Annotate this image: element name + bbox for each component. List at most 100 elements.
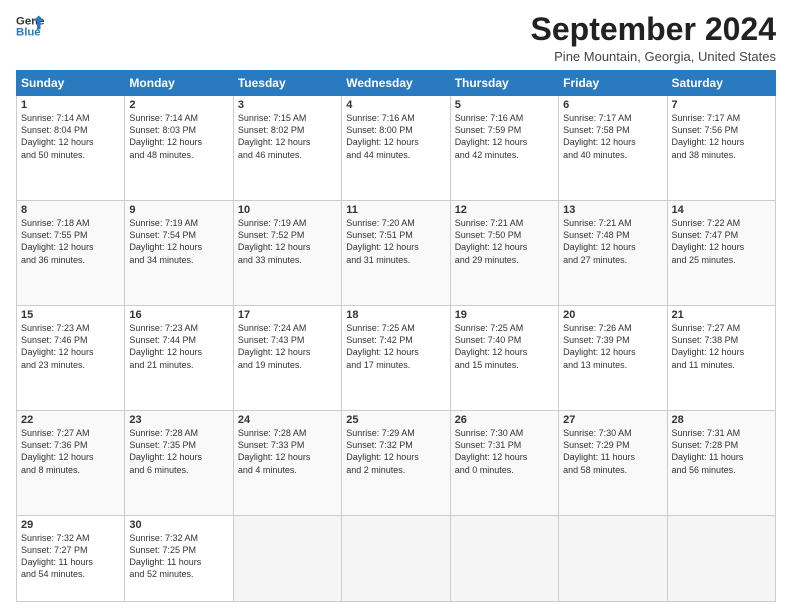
calendar-table: Sunday Monday Tuesday Wednesday Thursday… <box>16 70 776 602</box>
day-info: Sunrise: 7:21 AM Sunset: 7:48 PM Dayligh… <box>563 217 662 266</box>
day-number: 22 <box>21 414 120 426</box>
day-info: Sunrise: 7:25 AM Sunset: 7:40 PM Dayligh… <box>455 322 554 371</box>
day-number: 25 <box>346 414 445 426</box>
table-row <box>667 516 775 602</box>
logo: General Blue General Blue <box>16 12 44 40</box>
col-friday: Friday <box>559 71 667 96</box>
table-row: 9Sunrise: 7:19 AM Sunset: 7:54 PM Daylig… <box>125 201 233 306</box>
col-monday: Monday <box>125 71 233 96</box>
table-row: 17Sunrise: 7:24 AM Sunset: 7:43 PM Dayli… <box>233 306 341 411</box>
day-info: Sunrise: 7:25 AM Sunset: 7:42 PM Dayligh… <box>346 322 445 371</box>
day-info: Sunrise: 7:28 AM Sunset: 7:35 PM Dayligh… <box>129 427 228 476</box>
table-row: 11Sunrise: 7:20 AM Sunset: 7:51 PM Dayli… <box>342 201 450 306</box>
header: General Blue General Blue September 2024… <box>16 12 776 64</box>
table-row <box>450 516 558 602</box>
table-row: 18Sunrise: 7:25 AM Sunset: 7:42 PM Dayli… <box>342 306 450 411</box>
table-row: 4Sunrise: 7:16 AM Sunset: 8:00 PM Daylig… <box>342 96 450 201</box>
day-number: 17 <box>238 309 337 321</box>
svg-text:Blue: Blue <box>16 27 41 39</box>
day-number: 27 <box>563 414 662 426</box>
day-number: 5 <box>455 99 554 111</box>
col-tuesday: Tuesday <box>233 71 341 96</box>
day-info: Sunrise: 7:24 AM Sunset: 7:43 PM Dayligh… <box>238 322 337 371</box>
day-info: Sunrise: 7:32 AM Sunset: 7:27 PM Dayligh… <box>21 532 120 581</box>
day-number: 4 <box>346 99 445 111</box>
day-number: 14 <box>672 204 771 216</box>
day-number: 19 <box>455 309 554 321</box>
day-info: Sunrise: 7:17 AM Sunset: 7:56 PM Dayligh… <box>672 112 771 161</box>
day-info: Sunrise: 7:14 AM Sunset: 8:03 PM Dayligh… <box>129 112 228 161</box>
col-saturday: Saturday <box>667 71 775 96</box>
day-info: Sunrise: 7:21 AM Sunset: 7:50 PM Dayligh… <box>455 217 554 266</box>
table-row: 23Sunrise: 7:28 AM Sunset: 7:35 PM Dayli… <box>125 411 233 516</box>
table-row: 19Sunrise: 7:25 AM Sunset: 7:40 PM Dayli… <box>450 306 558 411</box>
table-row: 25Sunrise: 7:29 AM Sunset: 7:32 PM Dayli… <box>342 411 450 516</box>
day-info: Sunrise: 7:23 AM Sunset: 7:46 PM Dayligh… <box>21 322 120 371</box>
day-number: 26 <box>455 414 554 426</box>
table-row: 30Sunrise: 7:32 AM Sunset: 7:25 PM Dayli… <box>125 516 233 602</box>
col-wednesday: Wednesday <box>342 71 450 96</box>
day-info: Sunrise: 7:30 AM Sunset: 7:29 PM Dayligh… <box>563 427 662 476</box>
location: Pine Mountain, Georgia, United States <box>531 49 776 64</box>
day-number: 20 <box>563 309 662 321</box>
day-info: Sunrise: 7:28 AM Sunset: 7:33 PM Dayligh… <box>238 427 337 476</box>
table-row: 13Sunrise: 7:21 AM Sunset: 7:48 PM Dayli… <box>559 201 667 306</box>
table-row: 24Sunrise: 7:28 AM Sunset: 7:33 PM Dayli… <box>233 411 341 516</box>
table-row: 21Sunrise: 7:27 AM Sunset: 7:38 PM Dayli… <box>667 306 775 411</box>
page: General Blue General Blue September 2024… <box>0 0 792 612</box>
day-number: 6 <box>563 99 662 111</box>
calendar-week-row: 22Sunrise: 7:27 AM Sunset: 7:36 PM Dayli… <box>17 411 776 516</box>
day-info: Sunrise: 7:32 AM Sunset: 7:25 PM Dayligh… <box>129 532 228 581</box>
day-number: 23 <box>129 414 228 426</box>
day-info: Sunrise: 7:29 AM Sunset: 7:32 PM Dayligh… <box>346 427 445 476</box>
day-info: Sunrise: 7:16 AM Sunset: 7:59 PM Dayligh… <box>455 112 554 161</box>
table-row: 6Sunrise: 7:17 AM Sunset: 7:58 PM Daylig… <box>559 96 667 201</box>
day-number: 15 <box>21 309 120 321</box>
day-info: Sunrise: 7:19 AM Sunset: 7:54 PM Dayligh… <box>129 217 228 266</box>
day-info: Sunrise: 7:30 AM Sunset: 7:31 PM Dayligh… <box>455 427 554 476</box>
day-info: Sunrise: 7:22 AM Sunset: 7:47 PM Dayligh… <box>672 217 771 266</box>
table-row: 8Sunrise: 7:18 AM Sunset: 7:55 PM Daylig… <box>17 201 125 306</box>
day-info: Sunrise: 7:20 AM Sunset: 7:51 PM Dayligh… <box>346 217 445 266</box>
table-row: 27Sunrise: 7:30 AM Sunset: 7:29 PM Dayli… <box>559 411 667 516</box>
table-row: 16Sunrise: 7:23 AM Sunset: 7:44 PM Dayli… <box>125 306 233 411</box>
day-info: Sunrise: 7:31 AM Sunset: 7:28 PM Dayligh… <box>672 427 771 476</box>
col-thursday: Thursday <box>450 71 558 96</box>
table-row: 3Sunrise: 7:15 AM Sunset: 8:02 PM Daylig… <box>233 96 341 201</box>
month-title: September 2024 <box>531 12 776 47</box>
day-number: 16 <box>129 309 228 321</box>
day-number: 7 <box>672 99 771 111</box>
calendar-week-row: 29Sunrise: 7:32 AM Sunset: 7:27 PM Dayli… <box>17 516 776 602</box>
calendar-header-row: Sunday Monday Tuesday Wednesday Thursday… <box>17 71 776 96</box>
day-info: Sunrise: 7:27 AM Sunset: 7:38 PM Dayligh… <box>672 322 771 371</box>
table-row: 20Sunrise: 7:26 AM Sunset: 7:39 PM Dayli… <box>559 306 667 411</box>
day-info: Sunrise: 7:26 AM Sunset: 7:39 PM Dayligh… <box>563 322 662 371</box>
table-row <box>342 516 450 602</box>
day-number: 8 <box>21 204 120 216</box>
day-info: Sunrise: 7:17 AM Sunset: 7:58 PM Dayligh… <box>563 112 662 161</box>
day-info: Sunrise: 7:14 AM Sunset: 8:04 PM Dayligh… <box>21 112 120 161</box>
col-sunday: Sunday <box>17 71 125 96</box>
table-row: 2Sunrise: 7:14 AM Sunset: 8:03 PM Daylig… <box>125 96 233 201</box>
table-row: 1Sunrise: 7:14 AM Sunset: 8:04 PM Daylig… <box>17 96 125 201</box>
day-number: 1 <box>21 99 120 111</box>
day-number: 29 <box>21 519 120 531</box>
day-info: Sunrise: 7:27 AM Sunset: 7:36 PM Dayligh… <box>21 427 120 476</box>
day-number: 11 <box>346 204 445 216</box>
table-row: 7Sunrise: 7:17 AM Sunset: 7:56 PM Daylig… <box>667 96 775 201</box>
table-row: 22Sunrise: 7:27 AM Sunset: 7:36 PM Dayli… <box>17 411 125 516</box>
table-row: 14Sunrise: 7:22 AM Sunset: 7:47 PM Dayli… <box>667 201 775 306</box>
calendar-week-row: 8Sunrise: 7:18 AM Sunset: 7:55 PM Daylig… <box>17 201 776 306</box>
table-row <box>559 516 667 602</box>
day-info: Sunrise: 7:16 AM Sunset: 8:00 PM Dayligh… <box>346 112 445 161</box>
day-number: 2 <box>129 99 228 111</box>
title-area: September 2024 Pine Mountain, Georgia, U… <box>531 12 776 64</box>
day-number: 3 <box>238 99 337 111</box>
day-info: Sunrise: 7:15 AM Sunset: 8:02 PM Dayligh… <box>238 112 337 161</box>
day-number: 9 <box>129 204 228 216</box>
table-row: 29Sunrise: 7:32 AM Sunset: 7:27 PM Dayli… <box>17 516 125 602</box>
day-info: Sunrise: 7:19 AM Sunset: 7:52 PM Dayligh… <box>238 217 337 266</box>
table-row: 12Sunrise: 7:21 AM Sunset: 7:50 PM Dayli… <box>450 201 558 306</box>
logo-icon: General Blue <box>16 12 44 40</box>
day-info: Sunrise: 7:23 AM Sunset: 7:44 PM Dayligh… <box>129 322 228 371</box>
